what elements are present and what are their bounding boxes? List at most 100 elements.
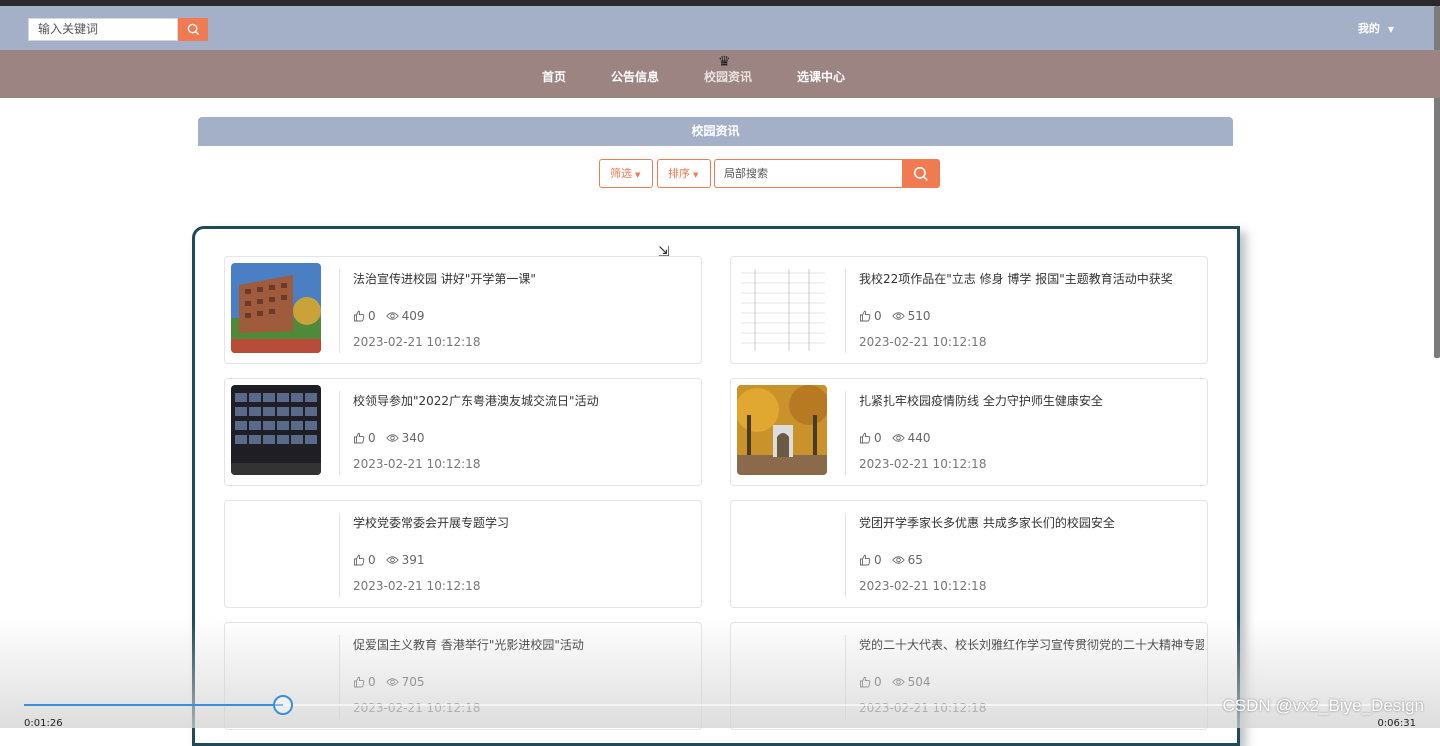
like-count[interactable]: 0 bbox=[859, 309, 882, 323]
thumbs-up-icon[interactable] bbox=[353, 676, 365, 688]
news-date: 2023-02-21 10:12:18 bbox=[859, 457, 987, 471]
view-count-value: 391 bbox=[401, 553, 425, 567]
like-count-value: 0 bbox=[874, 675, 882, 689]
caret-down-icon: ▼ bbox=[693, 171, 699, 179]
thumbs-up-icon[interactable] bbox=[859, 676, 871, 688]
like-count[interactable]: 0 bbox=[353, 553, 376, 567]
news-card[interactable]: 促爱国主义教育 香港举行"光影进校园"活动 0 705 2023-02-21 10:1… bbox=[224, 622, 702, 730]
thumbs-up-icon[interactable] bbox=[859, 432, 871, 444]
thumbs-up-icon[interactable] bbox=[859, 554, 871, 566]
news-title[interactable]: 校领导参加"2022广东粤港澳友城交流日"活动 bbox=[353, 392, 698, 409]
news-stats: 0 504 bbox=[859, 675, 941, 689]
view-count: 504 bbox=[891, 675, 931, 689]
news-title[interactable]: 学校党委常委会开展专题学习 bbox=[353, 514, 698, 531]
like-count[interactable]: 0 bbox=[353, 675, 376, 689]
card-divider bbox=[339, 391, 340, 475]
local-search-input[interactable]: 局部搜索 bbox=[714, 159, 902, 188]
keyword-search-input[interactable]: 输入关键词 bbox=[28, 18, 178, 41]
eye-icon bbox=[385, 678, 399, 686]
news-title[interactable]: 党团开学季家长多优惠 共成多家长们的校园安全 bbox=[859, 514, 1204, 531]
news-date: 2023-02-21 10:12:18 bbox=[353, 457, 481, 471]
card-divider bbox=[339, 513, 340, 597]
news-stats: 0 409 bbox=[353, 309, 435, 323]
news-stats: 0 440 bbox=[859, 431, 941, 445]
keyword-search-button[interactable] bbox=[178, 18, 208, 41]
news-title[interactable]: 促爱国主义教育 香港举行"光影进校园"活动 bbox=[353, 636, 698, 653]
search-icon bbox=[187, 23, 199, 36]
news-thumbnail[interactable] bbox=[231, 263, 321, 353]
header-bar: 输入关键词 我的 ▼ bbox=[0, 6, 1440, 50]
news-date: 2023-02-21 10:12:18 bbox=[353, 579, 481, 593]
like-count[interactable]: 0 bbox=[859, 675, 882, 689]
like-count[interactable]: 0 bbox=[859, 431, 882, 445]
view-count-value: 340 bbox=[401, 431, 425, 445]
local-search-button[interactable] bbox=[902, 159, 940, 188]
news-date: 2023-02-21 10:12:18 bbox=[859, 579, 987, 593]
video-total-time: 0:06:31 bbox=[1377, 718, 1416, 729]
like-count-value: 0 bbox=[874, 309, 882, 323]
news-title[interactable]: 我校22项作品在"立志 修身 博学 报国"主题教育活动中获奖 bbox=[859, 270, 1204, 287]
card-divider bbox=[845, 269, 846, 353]
news-thumbnail[interactable] bbox=[737, 263, 827, 353]
eye-icon bbox=[385, 312, 399, 320]
news-stats: 0 340 bbox=[353, 431, 435, 445]
thumbs-up-icon[interactable] bbox=[859, 310, 871, 322]
news-title[interactable]: 扎紧扎牢校园疫情防线 全力守护师生健康安全 bbox=[859, 392, 1204, 409]
news-stats: 0 391 bbox=[353, 553, 435, 567]
filter-label: 筛选 bbox=[610, 167, 632, 180]
news-stats: 0 510 bbox=[859, 309, 941, 323]
like-count-value: 0 bbox=[368, 309, 376, 323]
card-divider bbox=[845, 513, 846, 597]
news-date: 2023-02-21 10:12:18 bbox=[859, 335, 987, 349]
view-count: 705 bbox=[385, 675, 425, 689]
video-current-time: 0:01:26 bbox=[24, 718, 63, 729]
like-count[interactable]: 0 bbox=[353, 309, 376, 323]
user-menu-label: 我的 bbox=[1357, 22, 1380, 35]
card-divider bbox=[339, 635, 340, 719]
news-title[interactable]: 法治宣传进校园 讲好"开学第一课" bbox=[353, 270, 698, 287]
video-progress-handle[interactable] bbox=[273, 695, 293, 715]
news-card[interactable]: 校领导参加"2022广东粤港澳友城交流日"活动 0 340 2023-02-21 10… bbox=[224, 378, 702, 486]
eye-icon bbox=[891, 678, 905, 686]
like-count-value: 0 bbox=[874, 431, 882, 445]
filter-dropdown[interactable]: 筛选 ▼ bbox=[599, 159, 653, 188]
news-thumbnail[interactable] bbox=[737, 507, 827, 597]
thumbs-up-icon[interactable] bbox=[353, 554, 365, 566]
view-count-value: 65 bbox=[907, 553, 923, 567]
like-count[interactable]: 0 bbox=[859, 553, 882, 567]
news-card[interactable]: 党的二十大代表、校长刘雅红作学习宣传贯彻党的二十大精神专题 0 504 2023-02… bbox=[730, 622, 1208, 730]
eye-icon bbox=[891, 434, 905, 442]
user-menu[interactable]: 我的 ▼ bbox=[1358, 20, 1394, 36]
news-card[interactable]: 扎紧扎牢校园疫情防线 全力守护师生健康安全 0 440 2023-02-21 10:1… bbox=[730, 378, 1208, 486]
news-stats: 0 65 bbox=[859, 553, 933, 567]
news-thumbnail[interactable] bbox=[231, 507, 321, 597]
news-title[interactable]: 党的二十大代表、校长刘雅红作学习宣传贯彻党的二十大精神专题 bbox=[859, 636, 1204, 653]
thumbs-up-icon[interactable] bbox=[353, 432, 365, 444]
nav-item-course-center[interactable]: 选课中心 bbox=[797, 68, 845, 85]
news-card[interactable]: 法治宣传进校园 讲好"开学第一课" 0 409 2023-02-21 10:12:18 bbox=[224, 256, 702, 364]
view-count: 440 bbox=[891, 431, 931, 445]
like-count-value: 0 bbox=[368, 675, 376, 689]
eye-icon bbox=[385, 434, 399, 442]
card-divider bbox=[845, 635, 846, 719]
sort-dropdown[interactable]: 排序 ▼ bbox=[657, 159, 711, 188]
nav-item-home[interactable]: 首页 bbox=[542, 68, 566, 85]
like-count[interactable]: 0 bbox=[353, 431, 376, 445]
like-count-value: 0 bbox=[874, 553, 882, 567]
section-title: 校园资讯 bbox=[198, 117, 1233, 146]
nav-item-notices[interactable]: 公告信息 bbox=[611, 68, 659, 85]
nav-item-campus-news[interactable]: 校园资讯 bbox=[704, 68, 752, 85]
news-card[interactable]: 我校22项作品在"立志 修身 博学 报国"主题教育活动中获奖 0 510 2023-0… bbox=[730, 256, 1208, 364]
news-card[interactable]: 学校党委常委会开展专题学习 0 391 2023-02-21 10:12:18 bbox=[224, 500, 702, 608]
search-icon bbox=[913, 166, 928, 181]
caret-down-icon: ▼ bbox=[1387, 25, 1394, 34]
thumbs-up-icon[interactable] bbox=[353, 310, 365, 322]
like-count-value: 0 bbox=[368, 553, 376, 567]
view-count-value: 440 bbox=[907, 431, 931, 445]
news-thumbnail[interactable] bbox=[737, 385, 827, 475]
news-thumbnail[interactable] bbox=[231, 385, 321, 475]
view-count: 409 bbox=[385, 309, 425, 323]
sort-label: 排序 bbox=[668, 167, 690, 180]
like-count-value: 0 bbox=[368, 431, 376, 445]
news-card[interactable]: 党团开学季家长多优惠 共成多家长们的校园安全 0 65 2023-02-21 10:1… bbox=[730, 500, 1208, 608]
